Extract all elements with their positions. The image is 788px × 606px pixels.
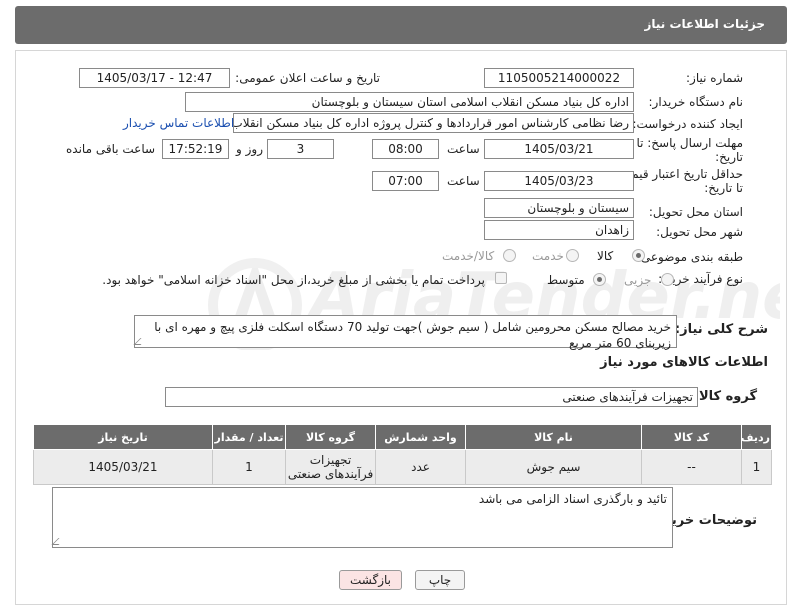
description-label: شرح کلی نیاز: bbox=[674, 322, 768, 337]
buyer-org-label: نام دستگاه خریدار: bbox=[648, 95, 744, 109]
category-label: طبقه بندی موضوعی: bbox=[636, 250, 743, 264]
col-item-name: نام کالا bbox=[465, 424, 642, 450]
reply-deadline-label-2: تاریخ: bbox=[715, 150, 743, 164]
announce-datetime-label: تاریخ و ساعت اعلان عمومی: bbox=[235, 71, 380, 85]
buyer-notes-field: تائید و بارگذری اسناد الزامی می باشد bbox=[51, 487, 673, 548]
col-unit: واحد شمارش bbox=[375, 424, 466, 450]
price-validity-time: 07:00 bbox=[372, 171, 439, 191]
print-button[interactable]: چاپ bbox=[415, 570, 465, 590]
cell-item-code: -- bbox=[641, 449, 742, 485]
goods-section-title: اطلاعات کالاهای مورد نیاز bbox=[600, 355, 768, 370]
buyer-contact-link[interactable]: اطلاعات تماس خریدار bbox=[123, 116, 234, 130]
process-medium-radio[interactable] bbox=[593, 273, 606, 286]
treasury-payment-checkbox[interactable] bbox=[495, 272, 507, 284]
cell-unit: عدد bbox=[375, 449, 466, 485]
category-goods-label: کالا bbox=[597, 249, 614, 263]
reply-days-field: 3 bbox=[267, 139, 334, 159]
col-item-group: گروه کالا bbox=[285, 424, 376, 450]
process-minor-label: جزیی bbox=[624, 273, 652, 287]
price-validity-date: 1405/03/23 bbox=[484, 171, 634, 191]
reply-deadline-time: 08:00 bbox=[372, 139, 439, 159]
cell-need-date: 1405/03/21 bbox=[33, 449, 213, 485]
goods-group-label: گروه کالا: bbox=[693, 389, 757, 404]
need-number-field: 1105005214000022 bbox=[484, 68, 634, 88]
col-row-number: ردیف bbox=[741, 424, 772, 450]
buyer-org-field: اداره کل بنیاد مسکن انقلاب اسلامی استان … bbox=[185, 92, 634, 112]
reply-deadline-label: مهلت ارسال پاسخ: تا bbox=[636, 136, 743, 150]
resize-handle-icon[interactable] bbox=[133, 338, 148, 345]
remaining-time-field: 17:52:19 bbox=[162, 139, 229, 159]
reply-deadline-date: 1405/03/21 bbox=[484, 139, 634, 159]
category-goods-radio[interactable] bbox=[632, 249, 645, 262]
category-service-label: خدمت bbox=[532, 249, 564, 263]
table-header-row: ردیف کد کالا نام کالا واحد شمارش گروه کا… bbox=[33, 424, 772, 450]
price-validity-label: حداقل تاریخ اعتبار قیمت: bbox=[616, 167, 743, 181]
goods-group-field: تجهیزات فرآیندهای صنعتی bbox=[165, 387, 698, 407]
col-quantity: تعداد / مقدار bbox=[212, 424, 286, 450]
cell-quantity: 1 bbox=[212, 449, 286, 485]
requester-field: رضا نظامی کارشناس امور قراردادها و کنترل… bbox=[233, 113, 634, 133]
notes-resize-handle-icon[interactable] bbox=[51, 538, 66, 545]
remaining-time-label: ساعت باقی مانده bbox=[66, 142, 156, 156]
delivery-province-label: استان محل تحویل: bbox=[648, 205, 743, 219]
category-goods-service-radio[interactable] bbox=[503, 249, 516, 262]
cell-item-name: سیم جوش bbox=[465, 449, 642, 485]
col-need-date: تاریخ نیاز bbox=[33, 424, 213, 450]
treasury-payment-note: پرداخت تمام یا بخشی از مبلغ خرید،از محل … bbox=[102, 273, 485, 287]
items-table: ردیف کد کالا نام کالا واحد شمارش گروه کا… bbox=[33, 424, 772, 485]
page-title: جزئیات اطلاعات نیاز bbox=[644, 17, 765, 31]
category-goods-service-label: کالا/خدمت bbox=[442, 249, 495, 263]
col-item-code: کد کالا bbox=[641, 424, 742, 450]
price-validity-label-2: تا تاریخ: bbox=[704, 181, 743, 195]
description-text: خرید مصالح مسکن محرومین شامل ( سیم جوش )… bbox=[154, 320, 671, 350]
buyer-notes-text: تائید و بارگذری اسناد الزامی می باشد bbox=[478, 492, 667, 506]
category-service-radio[interactable] bbox=[566, 249, 579, 262]
delivery-city-field: زاهدان bbox=[484, 220, 634, 240]
page-header: جزئیات اطلاعات نیاز bbox=[15, 6, 787, 44]
reply-time-label: ساعت bbox=[447, 142, 480, 156]
price-validity-time-label: ساعت bbox=[447, 174, 480, 188]
cell-item-group: تجهیزات فرآیندهای صنعتی bbox=[285, 449, 376, 485]
announce-datetime-field: 1405/03/17 - 12:47 bbox=[79, 68, 230, 88]
table-row: 1 -- سیم جوش عدد تجهیزات فرآیندهای صنعتی… bbox=[33, 449, 772, 485]
delivery-city-label: شهر محل تحویل: bbox=[656, 225, 743, 239]
need-number-label: شماره نیاز: bbox=[686, 71, 743, 85]
cell-row-number: 1 bbox=[741, 449, 772, 485]
description-field: خرید مصالح مسکن محرومین شامل ( سیم جوش )… bbox=[133, 315, 677, 350]
process-minor-radio[interactable] bbox=[661, 273, 674, 286]
back-button[interactable]: بازگشت bbox=[339, 570, 402, 590]
delivery-province-field: سیستان و بلوچستان bbox=[484, 198, 634, 218]
process-medium-label: متوسط bbox=[547, 273, 585, 287]
reply-days-label: روز و bbox=[236, 142, 263, 156]
requester-label: ایجاد کننده درخواست: bbox=[632, 117, 743, 131]
